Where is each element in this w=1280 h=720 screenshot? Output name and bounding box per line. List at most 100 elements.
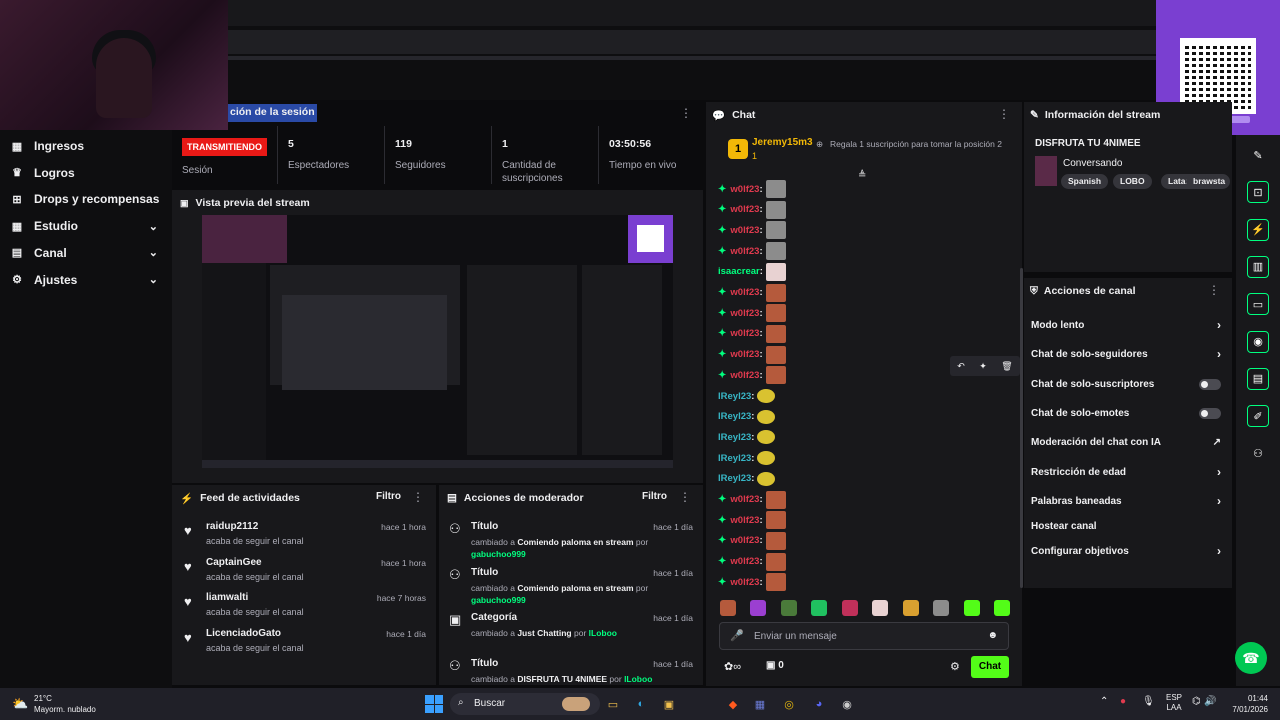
clock[interactable]: 01:44 7/01/2026 bbox=[1222, 693, 1268, 715]
chat-message[interactable]: lReyl23: bbox=[718, 407, 776, 427]
emote-picker-icon[interactable] bbox=[963, 600, 980, 616]
chat-username[interactable]: w0lf23 bbox=[730, 556, 759, 567]
chat-icon[interactable]: ▭ bbox=[1247, 293, 1269, 316]
sidebar-item-ingresos[interactable]: ▦ Ingresos bbox=[0, 133, 172, 159]
toggle-switch[interactable] bbox=[1199, 407, 1221, 419]
chat-message[interactable]: lReyl23: bbox=[718, 469, 776, 489]
delete-icon[interactable]: 🗑 bbox=[1001, 361, 1012, 372]
volume-icon[interactable]: 🔊 bbox=[1204, 696, 1216, 707]
emote-picker-icon[interactable] bbox=[720, 600, 736, 616]
chat-message[interactable]: ✦ w0lf23: bbox=[718, 220, 786, 240]
action-hostear-canal[interactable]: Hostear canal bbox=[1031, 516, 1227, 536]
broadcast-icon[interactable]: ◉ bbox=[1247, 330, 1269, 353]
chat-message[interactable]: ✦ w0lf23: bbox=[718, 324, 786, 344]
chat-message[interactable]: ✦ w0lf23: bbox=[718, 490, 786, 510]
mic-tray-icon[interactable]: 🎙 bbox=[1142, 696, 1155, 707]
chat-username[interactable]: lReyl23 bbox=[718, 453, 751, 464]
sidebar-item-estudio[interactable]: ▦ Estudio ⌄ bbox=[0, 213, 172, 239]
chat-message[interactable]: ✦ w0lf23: bbox=[718, 283, 786, 303]
chat-username[interactable]: w0lf23 bbox=[730, 577, 759, 588]
pinned-user[interactable]: Jeremy15m3 bbox=[752, 137, 813, 148]
action-restricción-de-edad[interactable]: Restricción de edad › bbox=[1031, 462, 1227, 482]
chat-username[interactable]: isaacrear bbox=[718, 266, 760, 277]
sidebar-item-drops-y-recompensas[interactable]: ⊞ Drops y recompensas bbox=[0, 186, 172, 212]
mod-item[interactable]: ⚇ Título cambiado a Comiendo paloma en str… bbox=[447, 519, 697, 563]
edge-icon[interactable]: ◐ bbox=[632, 695, 650, 713]
bolt-icon[interactable]: ⚡ bbox=[1247, 218, 1269, 241]
session-menu-icon[interactable]: ⋮ bbox=[680, 106, 692, 120]
chat-message[interactable]: ✦ w0lf23: bbox=[718, 510, 786, 530]
mod-user[interactable]: gabuchoo999 bbox=[471, 549, 526, 559]
chat-username[interactable]: w0lf23 bbox=[730, 494, 759, 505]
reply-icon[interactable]: ↶ bbox=[957, 361, 965, 372]
feed-item[interactable]: ♥ raidup2112 acaba de seguir el canal hace … bbox=[180, 519, 430, 553]
action-moderación-del-chat-con-ia[interactable]: Moderación del chat con IA ↗ bbox=[1031, 432, 1227, 452]
chat-message[interactable]: lReyl23: bbox=[718, 448, 776, 468]
action-configurar-objetivos[interactable]: Configurar objetivos › bbox=[1031, 541, 1227, 561]
folder-icon[interactable]: ▣ bbox=[660, 695, 678, 713]
chat-username[interactable]: w0lf23 bbox=[730, 225, 759, 236]
chat-username[interactable]: w0lf23 bbox=[730, 246, 759, 257]
windows-start-icon[interactable] bbox=[425, 695, 443, 713]
mod-user[interactable]: lLoboo bbox=[589, 628, 617, 638]
users-icon[interactable]: ⚇ bbox=[1247, 442, 1269, 464]
chat-message[interactable]: ✦ w0lf23: bbox=[718, 241, 786, 261]
chat-message[interactable]: ✦ w0lf23: bbox=[718, 531, 786, 551]
chat-message[interactable]: ✦ w0lf23: bbox=[718, 572, 786, 592]
mod-user[interactable]: gabuchoo999 bbox=[471, 595, 526, 605]
chat-username[interactable]: lReyl23 bbox=[718, 473, 751, 484]
chat-message[interactable]: ✦ w0lf23: bbox=[718, 345, 786, 365]
feed-menu-icon[interactable]: ⋮ bbox=[412, 490, 424, 504]
chat-username[interactable]: lReyl23 bbox=[718, 432, 751, 443]
chat-username[interactable]: w0lf23 bbox=[730, 287, 759, 298]
emote-picker-icon[interactable] bbox=[780, 600, 797, 616]
gift-sub-text[interactable]: Regala 1 suscripción para tomar la posic… bbox=[830, 139, 1010, 149]
taskbar-search[interactable]: ⌕ Buscar bbox=[450, 693, 600, 715]
emote-picker-icon[interactable] bbox=[993, 600, 1010, 616]
emote-picker-icon[interactable] bbox=[811, 600, 828, 616]
brave-icon[interactable]: ◆ bbox=[724, 695, 742, 713]
pin-icon[interactable]: ✦ bbox=[979, 361, 987, 372]
feed-filter-button[interactable]: Filtro bbox=[376, 491, 401, 502]
chat-message[interactable]: lReyl23: bbox=[718, 386, 776, 406]
doc-icon[interactable]: ▥ bbox=[1247, 255, 1269, 278]
chat-scrollbar[interactable] bbox=[1020, 268, 1023, 588]
layout-icon[interactable]: ▤ bbox=[1247, 367, 1269, 390]
chat-username[interactable]: w0lf23 bbox=[730, 328, 759, 339]
chat-input[interactable]: 🎤 Enviar un mensaje ☻ bbox=[719, 622, 1009, 650]
pencil-icon[interactable]: ✎ bbox=[1247, 144, 1269, 166]
action-chat-de-solo-seguidores[interactable]: Chat de solo-seguidores › bbox=[1031, 344, 1227, 364]
tray-app-icon[interactable]: ● bbox=[1120, 696, 1126, 707]
calculator-icon[interactable]: ▦ bbox=[751, 695, 769, 713]
infinity-icon[interactable]: ✿∞ bbox=[724, 660, 741, 673]
pin-collapse-icon[interactable]: ≜ bbox=[858, 170, 866, 181]
stream-tag[interactable]: Spanish bbox=[1061, 174, 1109, 189]
chat-username[interactable]: w0lf23 bbox=[730, 515, 759, 526]
stream-tag[interactable]: LOBO bbox=[1113, 174, 1152, 189]
chat-username[interactable]: w0lf23 bbox=[730, 308, 759, 319]
wrench-icon[interactable]: ✐ bbox=[1247, 405, 1269, 428]
emote-picker-icon[interactable] bbox=[872, 600, 889, 616]
chat-message[interactable]: ✦ w0lf23: bbox=[718, 179, 786, 199]
emote-picker-icon[interactable] bbox=[902, 600, 919, 616]
language-indicator[interactable]: ESP LAA bbox=[1166, 693, 1182, 713]
emote-picker-icon[interactable] bbox=[933, 600, 950, 616]
obs-icon[interactable]: ◉ bbox=[838, 695, 856, 713]
support-button[interactable]: ☎ bbox=[1235, 642, 1267, 674]
feed-item[interactable]: ♥ LicenciadoGato acaba de seguir el canal h… bbox=[180, 626, 430, 660]
emote-picker-icon[interactable] bbox=[750, 600, 767, 616]
chat-message[interactable]: ✦ w0lf23: bbox=[718, 200, 786, 220]
chat-settings-icon[interactable]: ⚙ bbox=[950, 660, 960, 673]
chat-username[interactable]: w0lf23 bbox=[730, 370, 759, 381]
sidebar-item-canal[interactable]: ▤ Canal ⌄ bbox=[0, 240, 172, 266]
chat-menu-icon[interactable]: ⋮ bbox=[998, 107, 1010, 121]
sidebar-item-logros[interactable]: ♛ Logros bbox=[0, 160, 172, 186]
chat-send-button[interactable]: Chat bbox=[971, 656, 1009, 678]
feed-item[interactable]: ♥ CaptainGee acaba de seguir el canal hace … bbox=[180, 555, 430, 589]
chat-username[interactable]: w0lf23 bbox=[730, 535, 759, 546]
capture-icon[interactable]: ⊡ bbox=[1247, 181, 1269, 204]
feed-user[interactable]: liamwalti bbox=[206, 592, 248, 603]
chat-username[interactable]: w0lf23 bbox=[730, 204, 759, 215]
chat-message[interactable]: ✦ w0lf23: bbox=[718, 303, 786, 323]
action-chat-de-solo-suscriptores[interactable]: Chat de solo-suscriptores bbox=[1031, 374, 1227, 394]
